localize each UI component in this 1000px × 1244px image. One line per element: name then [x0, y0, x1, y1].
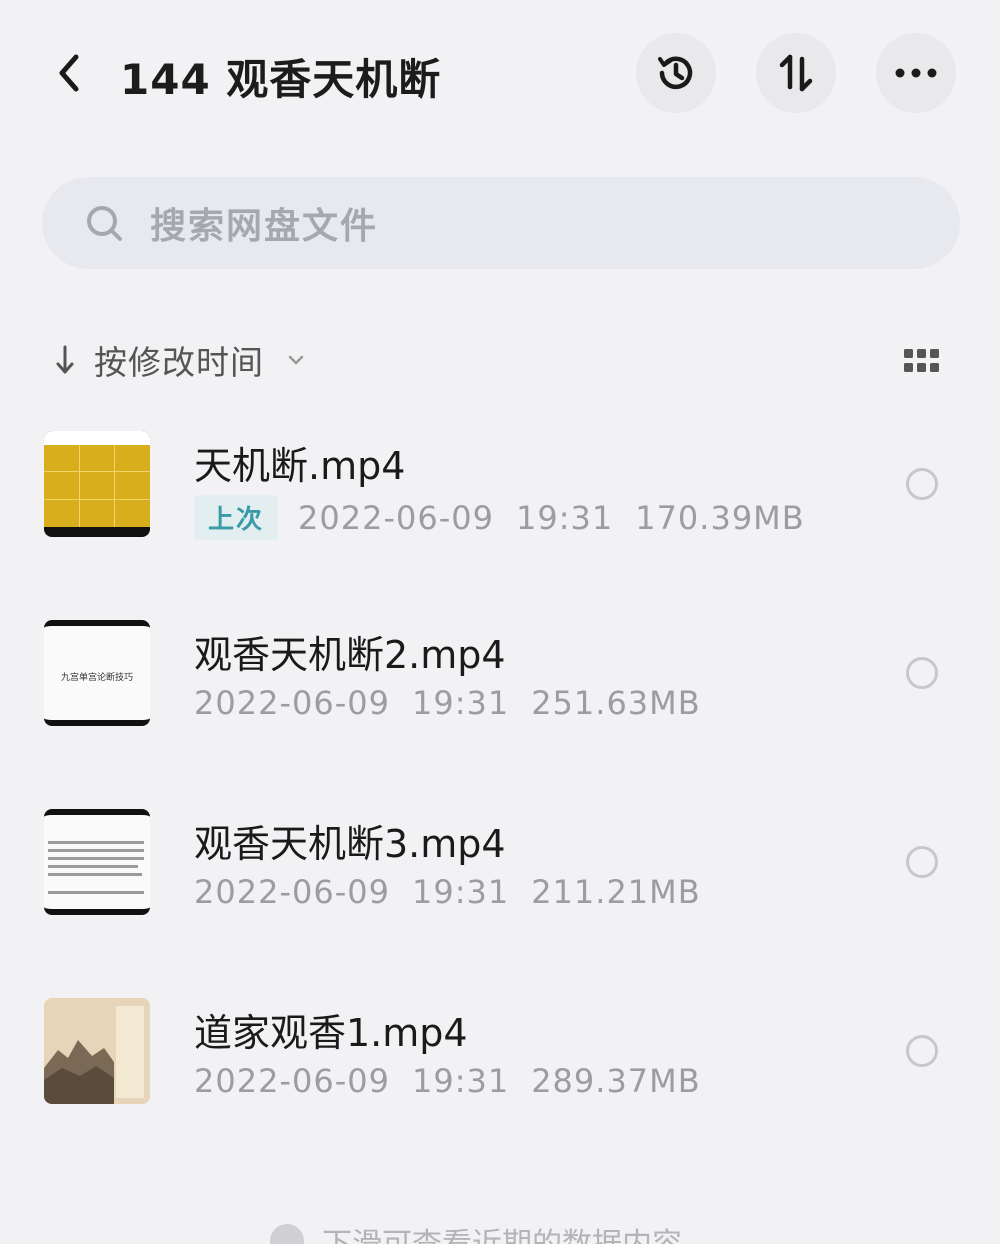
video-thumbnail [44, 809, 150, 915]
file-meta: 2022-06-09 19:31 211.21MB [194, 873, 701, 911]
video-thumbnail [44, 998, 150, 1104]
select-radio[interactable] [906, 468, 938, 500]
select-radio[interactable] [906, 846, 938, 878]
history-icon [658, 56, 693, 90]
file-size: 170.39MB [635, 498, 805, 537]
search-bar[interactable]: 搜索网盘文件 [42, 177, 960, 269]
file-size: 251.63MB [531, 684, 701, 722]
grid-view-toggle[interactable] [902, 346, 942, 376]
file-meta: 2022-06-09 19:31 289.37MB [194, 1062, 701, 1100]
info-icon [270, 1224, 304, 1244]
sort-arrows-icon [779, 54, 813, 92]
file-date: 2022-06-09 [194, 873, 390, 911]
more-horizontal-icon [895, 68, 937, 78]
file-date: 2022-06-09 [194, 1062, 390, 1100]
file-time: 19:31 [411, 1062, 510, 1100]
chevron-down-icon [284, 348, 308, 372]
file-row[interactable]: 天机断.mp4 上次 2022-06-09 19:31 170.39MB [0, 431, 1000, 561]
chevron-left-icon [59, 54, 79, 92]
select-radio[interactable] [906, 657, 938, 689]
file-time: 19:31 [515, 498, 614, 537]
file-time: 19:31 [411, 684, 510, 722]
sort-selector[interactable]: 按修改时间 [50, 335, 308, 385]
back-button[interactable] [44, 48, 94, 98]
file-row[interactable]: 观香天机断3.mp4 2022-06-09 19:31 211.21MB [0, 809, 1000, 939]
history-button[interactable] [636, 33, 716, 113]
sort-label: 按修改时间 [94, 343, 264, 382]
file-name: 观香天机断2.mp4 [194, 633, 506, 677]
more-button[interactable] [876, 33, 956, 113]
file-size: 211.21MB [531, 873, 701, 911]
video-thumbnail: 九宫单宫论断技巧 [44, 620, 150, 726]
top-bar: 144 观香天机断 [0, 0, 1000, 150]
select-radio[interactable] [906, 1035, 938, 1067]
file-name: 天机断.mp4 [194, 444, 406, 488]
file-row[interactable]: 九宫单宫论断技巧 观香天机断2.mp4 2022-06-09 19:31 251… [0, 620, 1000, 750]
file-time: 19:31 [411, 873, 510, 911]
last-viewed-badge: 上次 [194, 495, 279, 540]
search-icon [82, 201, 126, 245]
file-meta: 2022-06-09 19:31 251.63MB [194, 684, 701, 722]
thumbnail-caption: 九宫单宫论断技巧 [60, 673, 133, 683]
file-meta: 上次 2022-06-09 19:31 170.39MB [194, 495, 805, 540]
page-title: 144 观香天机断 [120, 55, 442, 104]
grid-view-icon [904, 349, 939, 372]
file-row[interactable]: 道家观香1.mp4 2022-06-09 19:31 289.37MB [0, 998, 1000, 1128]
file-name: 观香天机断3.mp4 [194, 822, 506, 866]
file-name: 道家观香1.mp4 [194, 1011, 468, 1055]
file-date: 2022-06-09 [298, 498, 494, 537]
file-size: 289.37MB [531, 1062, 701, 1100]
footer-text: 下滑可查看近期的数据内容 [322, 1219, 682, 1244]
video-thumbnail [44, 431, 150, 537]
footer-hint: 下滑可查看近期的数据内容 [270, 1224, 730, 1244]
sort-button[interactable] [756, 33, 836, 113]
search-input[interactable]: 搜索网盘文件 [150, 197, 378, 249]
arrow-down-icon [50, 340, 80, 380]
file-date: 2022-06-09 [194, 684, 390, 722]
